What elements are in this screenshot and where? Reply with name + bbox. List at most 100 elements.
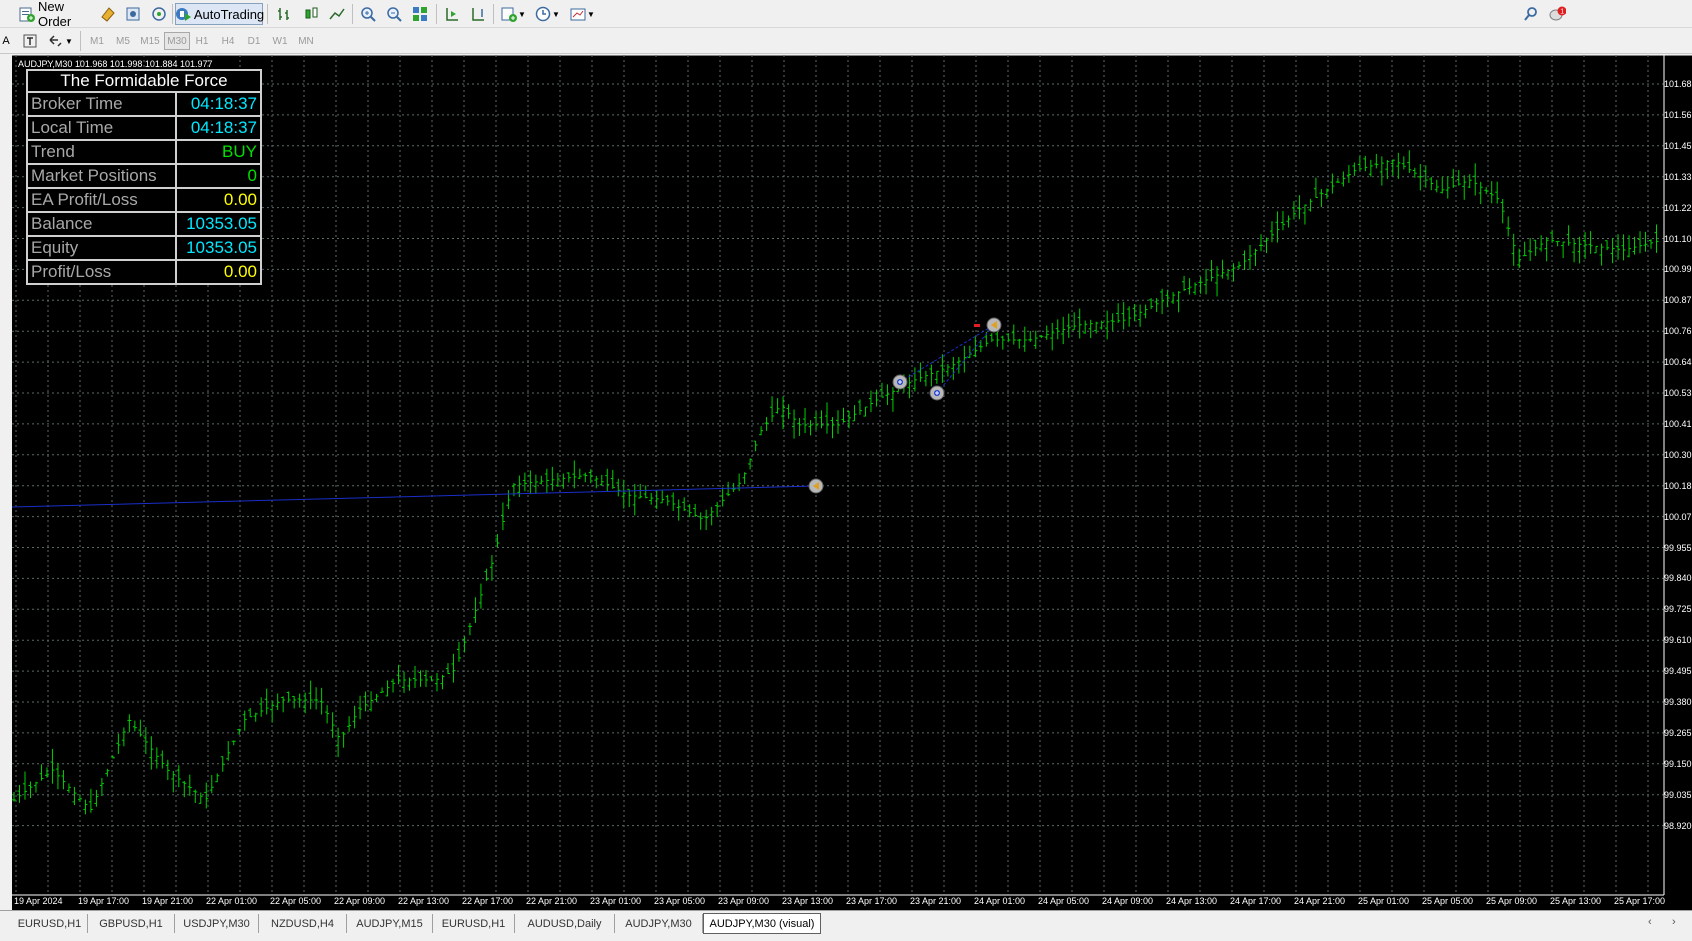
price-bar	[1044, 325, 1049, 340]
time-label: 22 Apr 05:00	[270, 896, 322, 906]
price-bar	[231, 740, 236, 746]
price-bar	[1429, 176, 1434, 191]
price-bar	[209, 775, 214, 794]
metaeditor-icon	[99, 5, 117, 23]
timeframe-m1[interactable]: M1	[86, 32, 108, 50]
autotrading-button[interactable]: AutoTrading	[175, 3, 264, 25]
price-bar	[391, 678, 396, 693]
chevron-down-icon: ▼	[518, 9, 526, 19]
price-bar	[1346, 165, 1351, 183]
text-tool-icon[interactable]: A	[0, 30, 12, 52]
price-bar	[1127, 306, 1132, 327]
price-label: 100.41	[1664, 418, 1692, 429]
candlestick-button[interactable]	[300, 3, 322, 25]
arrows-dropdown[interactable]: ▼	[46, 30, 74, 52]
indicators-dropdown[interactable]: ▼	[498, 3, 528, 25]
price-bar	[786, 404, 791, 419]
price-bar	[1280, 211, 1285, 231]
text-label-button[interactable]	[20, 30, 40, 52]
chart-shift-button[interactable]	[441, 3, 463, 25]
price-bar	[1088, 319, 1093, 339]
open-trade-marker-icon[interactable]	[892, 374, 908, 390]
price-bar	[424, 669, 428, 688]
market-watch-button[interactable]	[148, 3, 170, 25]
price-label: 101.10	[1664, 233, 1692, 244]
bar-chart-button[interactable]	[273, 3, 295, 25]
timeframe-m15[interactable]: M15	[137, 32, 163, 50]
chart-tab[interactable]: AUDJPY,M30	[615, 914, 703, 933]
periods-dropdown[interactable]: ▼	[532, 3, 562, 25]
chart-tab[interactable]: AUDJPY,M30 (visual)	[703, 913, 821, 934]
price-bar	[275, 693, 280, 711]
time-label: 25 Apr 13:00	[1550, 896, 1602, 906]
price-bar	[693, 503, 698, 517]
price-bar	[522, 472, 527, 492]
price-bar	[72, 786, 77, 806]
panel-row-value: 04:18:37	[177, 93, 262, 117]
price-bar	[1083, 320, 1088, 334]
price-chart[interactable]	[12, 55, 1692, 910]
price-bar	[1588, 231, 1593, 254]
timeframe-d1[interactable]: D1	[244, 32, 264, 50]
chart-tab[interactable]: EURUSD,H1	[12, 914, 88, 933]
close-trade-marker-icon[interactable]	[986, 317, 1002, 333]
price-bar	[759, 426, 764, 436]
price-bar	[1242, 250, 1247, 271]
price-bar	[1264, 237, 1269, 254]
chart-tab[interactable]: AUDJPY,M15	[347, 914, 433, 933]
price-bar	[1335, 178, 1340, 183]
price-bar	[1495, 181, 1500, 204]
zoom-out-button[interactable]	[383, 3, 405, 25]
new-order-button[interactable]: New Order	[17, 0, 93, 29]
navigator-button[interactable]	[122, 3, 144, 25]
price-bar	[286, 691, 291, 703]
price-bar	[319, 687, 324, 715]
candlestick-icon	[302, 5, 320, 23]
price-bar	[841, 407, 846, 423]
timeframe-m5[interactable]: M5	[112, 32, 134, 50]
price-bar	[336, 727, 341, 757]
price-bar	[1390, 159, 1395, 176]
timeframe-h1[interactable]: H1	[192, 32, 212, 50]
chart-tab[interactable]: GBPUSD,H1	[88, 914, 175, 933]
timeframe-mn[interactable]: MN	[295, 32, 317, 50]
price-bar	[1253, 248, 1258, 267]
templates-dropdown[interactable]: ▼	[567, 3, 597, 25]
tile-windows-button[interactable]	[409, 3, 431, 25]
panel-row-value: BUY	[177, 141, 262, 165]
price-bar	[352, 705, 357, 729]
price-bar	[1110, 313, 1115, 331]
price-label: 98.920	[1664, 820, 1692, 831]
price-bar	[1022, 326, 1027, 352]
scroll-left-icon[interactable]: ‹	[1648, 916, 1652, 928]
line-chart-button[interactable]	[326, 3, 348, 25]
open-trade-marker-icon[interactable]	[929, 385, 945, 401]
price-bar	[962, 345, 967, 373]
price-bar	[868, 390, 873, 413]
price-bar	[445, 663, 450, 675]
time-label: 22 Apr 21:00	[526, 896, 578, 906]
timeframe-h4[interactable]: H4	[218, 32, 238, 50]
timeframe-w1[interactable]: W1	[270, 32, 290, 50]
chart-tab[interactable]: NZDUSD,H4	[259, 914, 347, 933]
notifications-button[interactable]: 1	[1546, 3, 1568, 25]
chart-tab[interactable]: AUDUSD,Daily	[515, 914, 615, 933]
scroll-right-icon[interactable]: ›	[1672, 916, 1676, 928]
zoom-in-button[interactable]	[357, 3, 379, 25]
close-trade-marker-icon[interactable]	[808, 478, 824, 494]
search-button[interactable]	[1520, 3, 1542, 25]
auto-scroll-button[interactable]	[467, 3, 489, 25]
price-bar	[1374, 153, 1379, 169]
time-label: 25 Apr 05:00	[1422, 896, 1474, 906]
price-bar	[33, 781, 38, 793]
chart-tab[interactable]: USDJPY,M30	[175, 914, 259, 933]
chart-tab[interactable]: EURUSD,H1	[433, 914, 515, 933]
metaeditor-button[interactable]	[97, 3, 119, 25]
price-bar	[121, 727, 126, 747]
main-toolbar: New Order AutoTrading ▼ ▼ ▼ 1	[0, 0, 1692, 29]
price-bar	[77, 794, 82, 802]
price-bar	[929, 364, 934, 387]
price-bar	[154, 747, 159, 769]
timeframe-m30[interactable]: M30	[164, 32, 190, 50]
panel-row: Profit/Loss 0.00	[26, 261, 262, 285]
